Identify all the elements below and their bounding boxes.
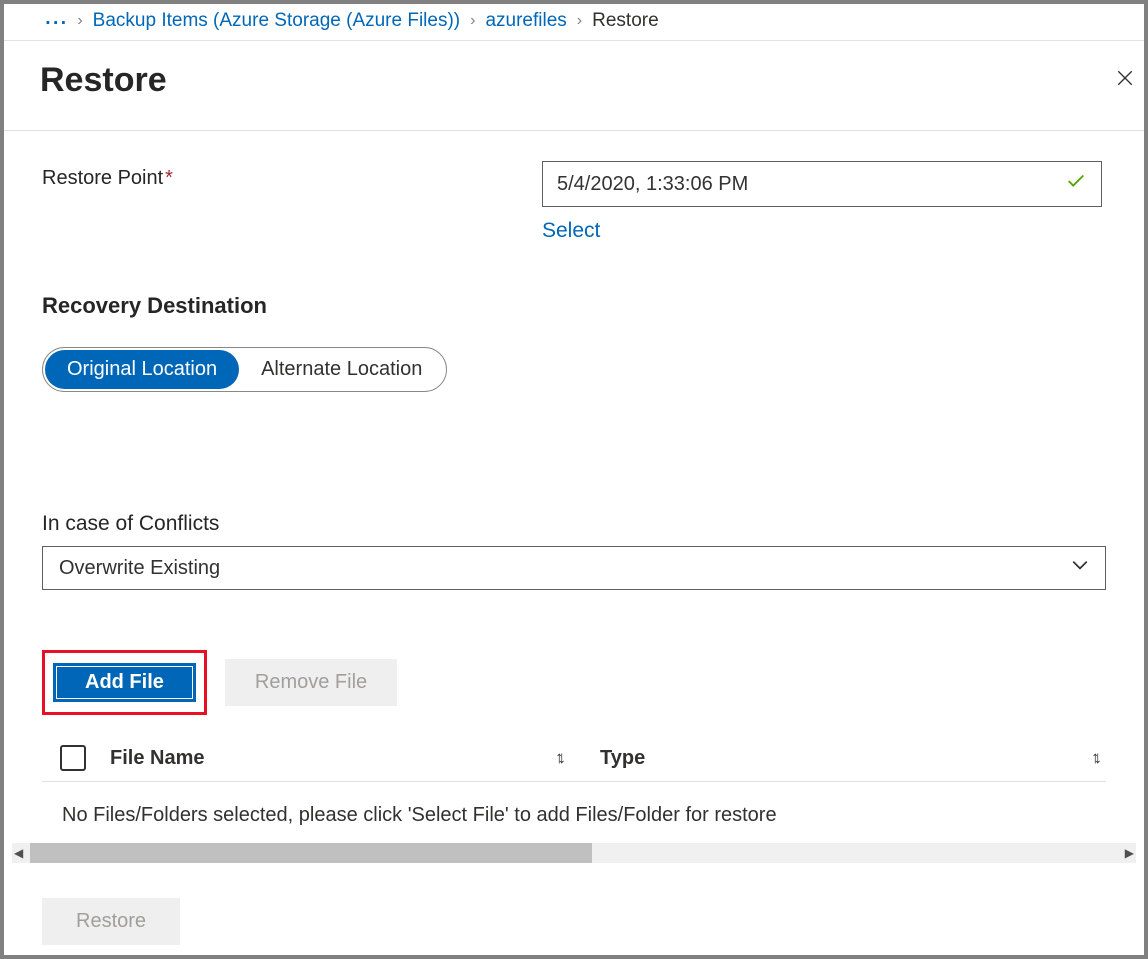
page-title: Restore: [4, 41, 1144, 130]
breadcrumb-separator: ›: [577, 12, 582, 30]
recovery-destination-header: Recovery Destination: [42, 293, 1106, 319]
close-icon[interactable]: [1110, 56, 1140, 100]
chevron-down-icon: [1071, 556, 1089, 580]
restore-point-row: Restore Point* 5/4/2020, 1:33:06 PM Sele…: [42, 161, 1106, 243]
breadcrumb-separator: ›: [470, 12, 475, 30]
breadcrumb-separator: ›: [77, 12, 82, 30]
checkmark-icon: [1065, 170, 1087, 198]
pill-original-location[interactable]: Original Location: [45, 350, 239, 389]
breadcrumb-item-azurefiles[interactable]: azurefiles: [485, 10, 566, 32]
file-table-header: File Name ↑↓ Type ↑↓: [42, 745, 1106, 782]
conflicts-selected-value: Overwrite Existing: [59, 557, 220, 580]
add-file-highlight: Add File: [42, 650, 207, 715]
select-all-checkbox[interactable]: [60, 745, 86, 771]
sort-icon: ↑↓: [555, 748, 560, 768]
empty-table-message: No Files/Folders selected, please click …: [42, 782, 1106, 827]
conflicts-dropdown[interactable]: Overwrite Existing: [42, 546, 1106, 590]
add-file-button[interactable]: Add File: [53, 663, 196, 702]
column-header-filename[interactable]: File Name ↑↓: [110, 747, 600, 770]
recovery-destination-toggle: Original Location Alternate Location: [42, 347, 447, 392]
restore-point-label: Restore Point*: [42, 161, 542, 190]
scroll-right-icon[interactable]: ▶: [1125, 846, 1134, 860]
breadcrumb: ... › Backup Items (Azure Storage (Azure…: [4, 4, 1144, 41]
restore-point-value: 5/4/2020, 1:33:06 PM: [557, 173, 748, 196]
column-header-type[interactable]: Type ↑↓: [600, 747, 1106, 770]
conflicts-label: In case of Conflicts: [42, 512, 1106, 536]
pill-alternate-location[interactable]: Alternate Location: [239, 350, 444, 389]
breadcrumb-item-backup[interactable]: Backup Items (Azure Storage (Azure Files…: [93, 10, 460, 32]
restore-point-field[interactable]: 5/4/2020, 1:33:06 PM: [542, 161, 1102, 207]
breadcrumb-item-restore: Restore: [592, 10, 659, 32]
select-link[interactable]: Select: [542, 219, 600, 243]
sort-icon: ↑↓: [1091, 748, 1096, 768]
scrollbar-thumb[interactable]: [30, 843, 592, 863]
breadcrumb-ellipsis[interactable]: ...: [44, 10, 67, 20]
horizontal-scrollbar[interactable]: ◀ ▶: [12, 843, 1136, 863]
remove-file-button: Remove File: [225, 659, 397, 706]
scroll-left-icon[interactable]: ◀: [14, 846, 23, 860]
restore-button: Restore: [42, 898, 180, 945]
